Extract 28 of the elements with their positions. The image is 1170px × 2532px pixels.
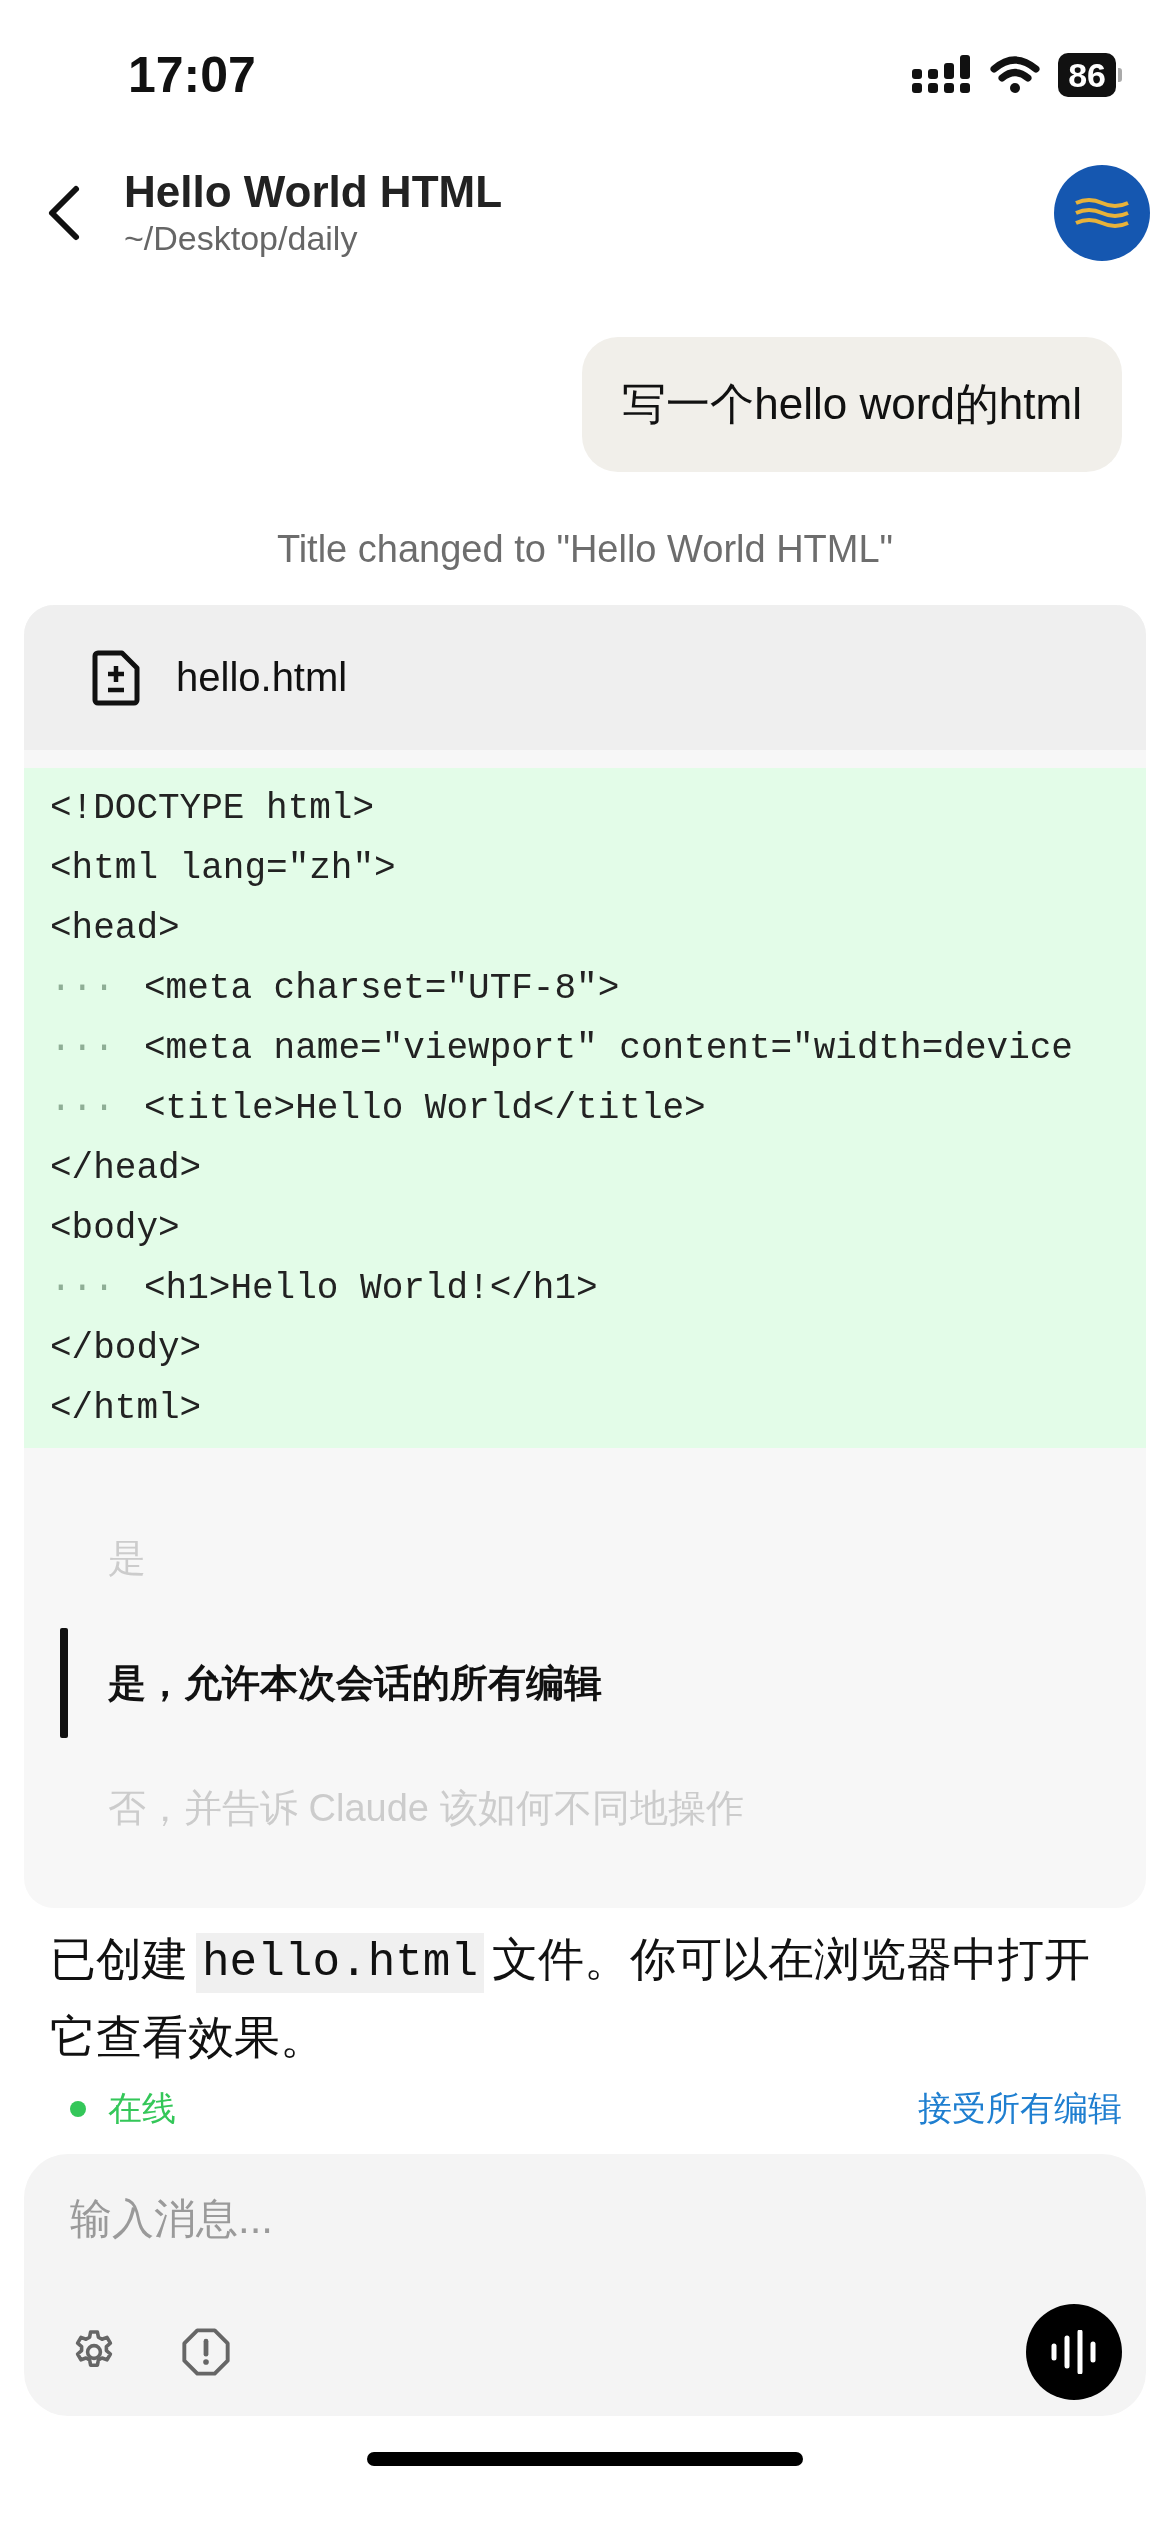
code-line: </body> [50, 1327, 202, 1369]
code-line: </html> [50, 1387, 202, 1429]
code-line: <meta charset="UTF-8"> [144, 967, 620, 1009]
message-input[interactable]: 输入消息... [70, 2184, 1122, 2254]
code-line: <!DOCTYPE html> [50, 787, 375, 829]
code-line: <h1>Hello World!</h1> [144, 1267, 598, 1309]
indent-marker: ··· [50, 1267, 116, 1309]
chat-title: Hello World HTML [124, 167, 504, 217]
code-line: </head> [50, 1147, 202, 1189]
accept-all-link[interactable]: 接受所有编辑 [918, 2086, 1122, 2132]
code-line: <title>Hello World</title> [144, 1087, 706, 1129]
code-line: <head> [50, 907, 180, 949]
code-line: <body> [50, 1207, 180, 1249]
code-line: <html lang="zh"> [50, 847, 396, 889]
status-time: 17:07 [128, 46, 257, 104]
connection-status: 在线 [108, 2088, 177, 2129]
indent-marker: ··· [50, 1087, 116, 1129]
assistant-reply: 已创建 hello.html 文件。你可以在浏览器中打开它查看效果。 [49, 1932, 1092, 2065]
battery-level: 86 [1058, 53, 1116, 97]
chat-path: ~/Desktop/daily [124, 219, 359, 258]
file-name: hello.html [176, 655, 348, 700]
user-message: 写一个hello word的html [582, 337, 1122, 472]
code-line: <meta name="viewport" content="width=device [144, 1027, 1073, 1069]
indent-marker: ··· [50, 967, 116, 1009]
system-note: Title changed to "Hello World HTML" [275, 528, 895, 571]
message-field[interactable]: 输入消息... [24, 2154, 1146, 2416]
permission-option[interactable]: 是，允许本次会话的所有编辑 [24, 1618, 1146, 1748]
indent-marker: ··· [50, 1027, 116, 1069]
